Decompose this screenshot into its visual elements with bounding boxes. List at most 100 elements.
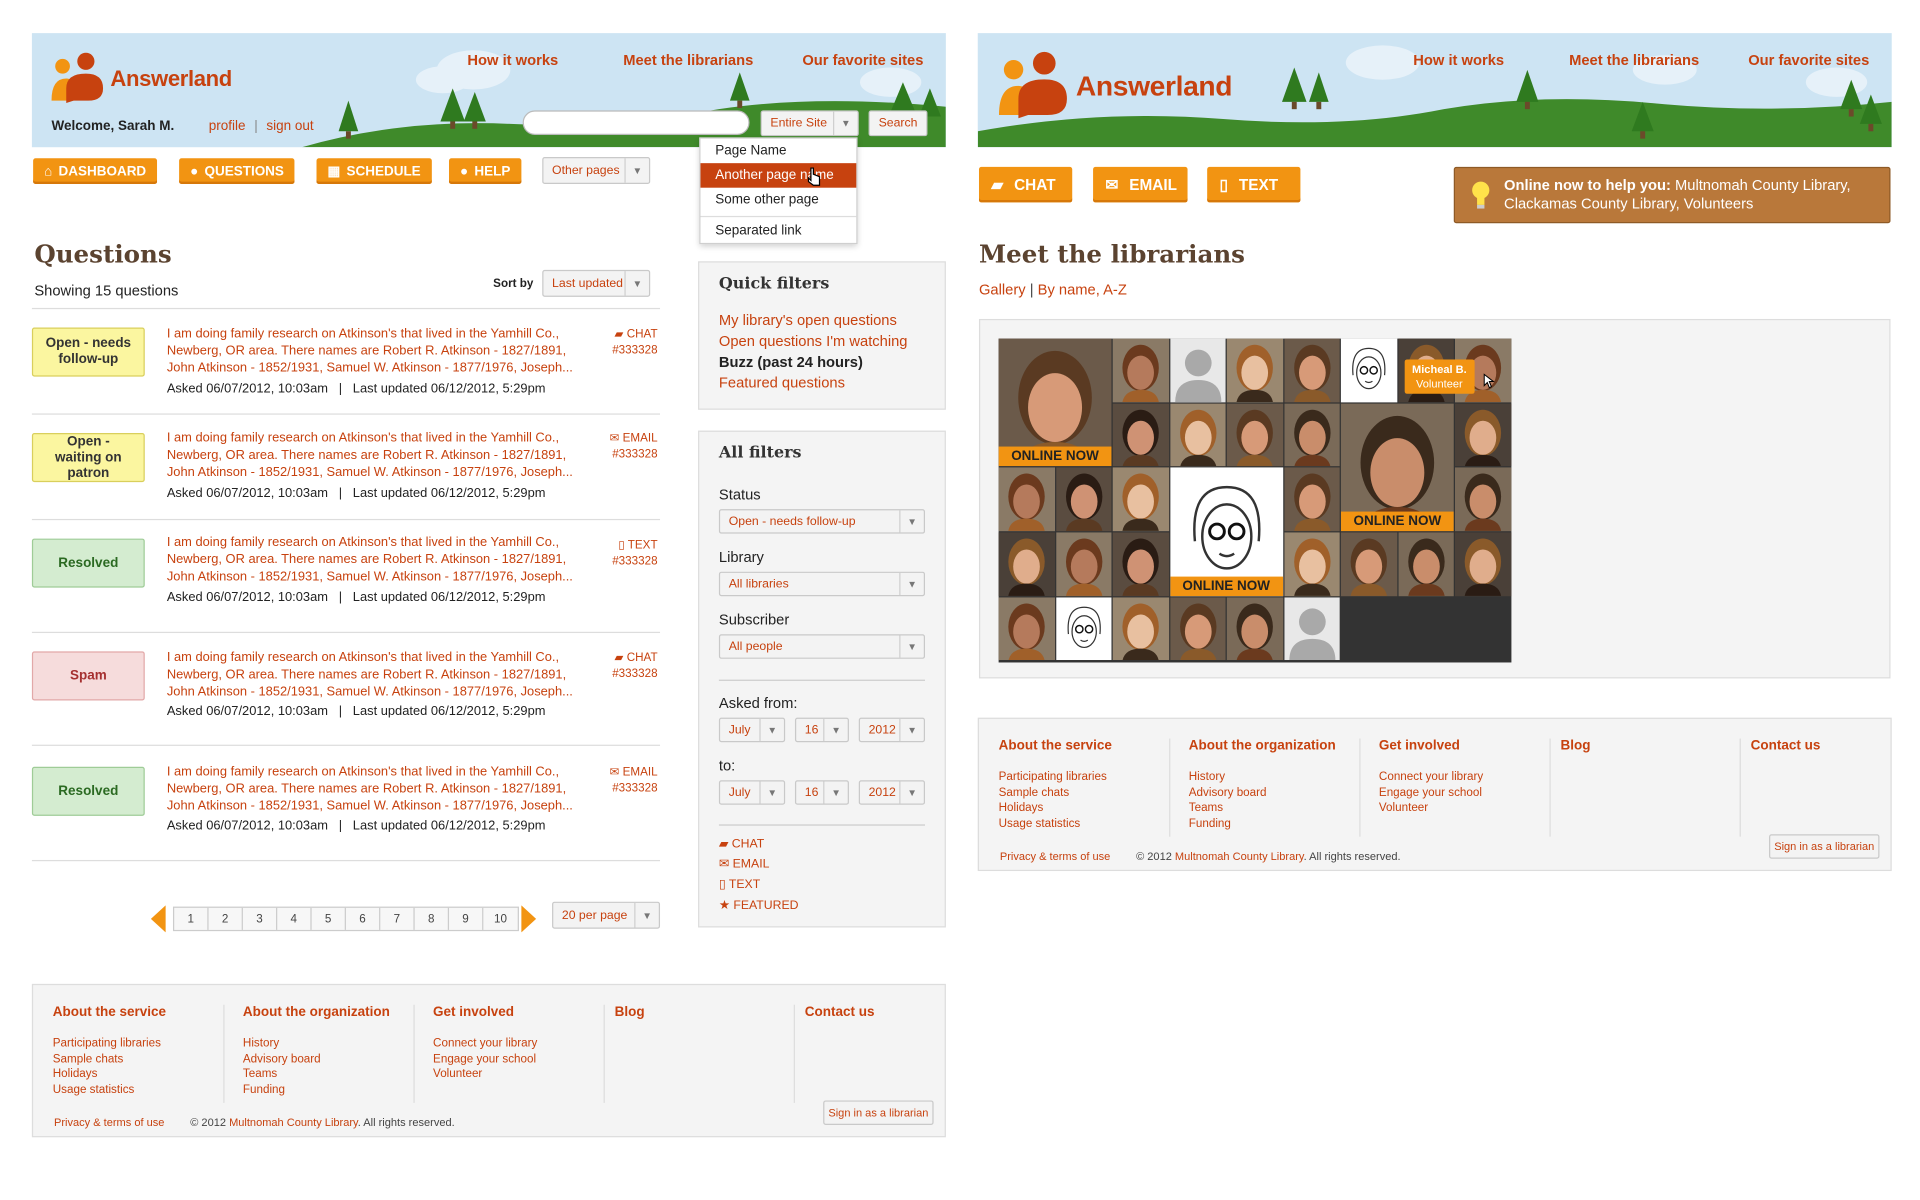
scope-menu-item[interactable]: Page Name (701, 139, 857, 164)
nav-meet-librarians[interactable]: Meet the librarians (1569, 52, 1699, 69)
footer-link[interactable]: Advisory board (243, 1052, 390, 1067)
scope-menu-item[interactable]: Separated link (700, 215, 857, 243)
page-link[interactable]: 3 (243, 907, 278, 930)
to-year-select[interactable]: 2012 ▼ (858, 780, 926, 805)
per-page-select[interactable]: 20 per page ▼ (552, 901, 661, 929)
footer-link[interactable]: Advisory board (1189, 786, 1336, 801)
from-day-select[interactable]: 16 ▼ (794, 717, 849, 743)
footer-heading[interactable]: Blog (1560, 739, 1590, 754)
footer-link[interactable]: Volunteer (1379, 801, 1483, 816)
sign-out-link[interactable]: sign out (266, 119, 313, 134)
page-link[interactable]: 5 (312, 907, 346, 930)
name-view-link[interactable]: By name, A-Z (1038, 281, 1127, 298)
from-month-select[interactable]: July ▼ (718, 717, 786, 743)
question-row[interactable]: Open - waiting on patron I am doing fami… (31, 415, 661, 521)
librarian-photo[interactable] (998, 597, 1055, 661)
librarian-photo[interactable] (1454, 467, 1511, 532)
gallery-view-link[interactable]: Gallery (979, 281, 1026, 298)
brand-logo[interactable]: Answerland (49, 52, 232, 106)
page-link[interactable]: 2 (209, 907, 243, 930)
librarian-photo[interactable]: ONLINE NOW (1340, 403, 1454, 532)
tab-dashboard[interactable]: ⌂ DASHBOARD (33, 158, 158, 185)
footer-link[interactable]: Usage statistics (999, 816, 1112, 831)
footer-link[interactable]: Engage your school (433, 1052, 537, 1067)
type-filter-featured[interactable]: ★ FEATURED (719, 899, 799, 912)
page-link[interactable]: 8 (415, 907, 450, 930)
from-year-select[interactable]: 2012 ▼ (858, 717, 926, 743)
librarian-photo[interactable] (1169, 338, 1226, 403)
librarian-photo[interactable] (1112, 467, 1169, 532)
footer-heading[interactable]: Blog (615, 1005, 645, 1020)
chat-button[interactable]: ▰ CHAT (978, 166, 1073, 203)
brand-logo[interactable]: Answerland (995, 50, 1233, 121)
scope-menu-item-active[interactable]: Another page name (700, 163, 857, 188)
librarian-photo[interactable] (1397, 532, 1454, 596)
status-select[interactable]: Open - needs follow-up ▼ (718, 509, 926, 534)
question-text[interactable]: I am doing family research on Atkinson's… (167, 325, 596, 377)
librarian-photo[interactable] (1169, 403, 1226, 467)
library-link[interactable]: Multnomah County Library (229, 1116, 358, 1128)
to-day-select[interactable]: 16 ▼ (794, 780, 849, 805)
question-row[interactable]: Resolved I am doing family research on A… (31, 746, 661, 862)
librarian-photo[interactable] (1454, 532, 1511, 596)
footer-link[interactable]: Holidays (53, 1067, 166, 1082)
question-row[interactable]: Spam I am doing family research on Atkin… (31, 633, 661, 746)
footer-link[interactable]: History (243, 1037, 390, 1052)
search-button[interactable]: Search (868, 110, 928, 137)
librarian-photo[interactable] (1340, 532, 1397, 596)
nav-favorite-sites[interactable]: Our favorite sites (802, 52, 923, 69)
quick-filter-link[interactable]: Featured questions (719, 374, 845, 391)
librarian-photo[interactable] (1283, 338, 1340, 403)
footer-link[interactable]: Sample chats (999, 786, 1112, 801)
tab-schedule[interactable]: ▦ SCHEDULE (316, 158, 432, 185)
to-month-select[interactable]: July ▼ (718, 780, 786, 805)
footer-link[interactable]: Sample chats (53, 1052, 166, 1067)
search-scope-select[interactable]: Entire Site ▼ (760, 110, 859, 137)
quick-filter-active[interactable]: Buzz (past 24 hours) (719, 353, 863, 370)
footer-link[interactable]: Volunteer (433, 1067, 537, 1082)
nav-favorite-sites[interactable]: Our favorite sites (1748, 52, 1869, 69)
question-text[interactable]: I am doing family research on Atkinson's… (167, 429, 596, 481)
footer-heading[interactable]: About the service (999, 739, 1112, 754)
librarian-photo[interactable] (998, 532, 1055, 596)
footer-heading[interactable]: About the organization (1189, 739, 1336, 754)
page-link[interactable]: 7 (380, 907, 415, 930)
footer-link[interactable]: Engage your school (1379, 786, 1483, 801)
sign-in-librarian-button[interactable]: Sign in as a librarian (823, 1100, 934, 1125)
footer-heading[interactable]: About the service (53, 1005, 166, 1020)
footer-link[interactable]: Teams (243, 1067, 390, 1082)
librarian-photo[interactable] (1055, 597, 1112, 661)
footer-heading[interactable]: Get involved (1379, 739, 1483, 754)
librarian-photo[interactable] (1055, 467, 1112, 532)
subscriber-select[interactable]: All people ▼ (718, 634, 926, 659)
page-link[interactable]: 9 (449, 907, 484, 930)
tab-help[interactable]: ● HELP (449, 158, 522, 185)
question-row[interactable]: Resolved I am doing family research on A… (31, 520, 661, 634)
librarian-photo[interactable] (1283, 597, 1340, 661)
quick-filter-link[interactable]: My library's open questions (719, 312, 897, 329)
question-row[interactable]: Open - needs follow-up I am doing family… (31, 309, 661, 415)
footer-link[interactable]: Connect your library (1379, 770, 1483, 785)
librarian-photo[interactable] (1112, 338, 1169, 403)
question-text[interactable]: I am doing family research on Atkinson's… (167, 534, 596, 586)
footer-heading[interactable]: Contact us (1751, 739, 1821, 754)
page-link[interactable]: 10 (483, 908, 517, 930)
page-link[interactable]: 4 (277, 907, 312, 930)
footer-link[interactable]: Connect your library (433, 1037, 537, 1052)
librarian-photo[interactable] (1226, 338, 1283, 403)
type-filter-chat[interactable]: ▰ CHAT (719, 838, 764, 851)
library-select[interactable]: All libraries ▼ (718, 571, 926, 597)
sort-select[interactable]: Last updated ▼ (542, 269, 651, 297)
email-button[interactable]: ✉ EMAIL (1093, 166, 1188, 203)
footer-link[interactable]: Participating libraries (53, 1037, 166, 1052)
librarian-photo[interactable] (1055, 532, 1112, 596)
type-filter-text[interactable]: ▯ TEXT (719, 878, 760, 891)
footer-link[interactable]: Usage statistics (53, 1083, 166, 1098)
type-filter-email[interactable]: ✉ EMAIL (719, 858, 770, 871)
page-link[interactable]: 1 (174, 907, 209, 930)
librarian-photo[interactable] (1169, 597, 1226, 661)
search-input[interactable] (522, 110, 750, 135)
privacy-link[interactable]: Privacy & terms of use (1000, 850, 1110, 862)
footer-heading[interactable]: Contact us (805, 1005, 875, 1020)
privacy-link[interactable]: Privacy & terms of use (54, 1116, 164, 1128)
